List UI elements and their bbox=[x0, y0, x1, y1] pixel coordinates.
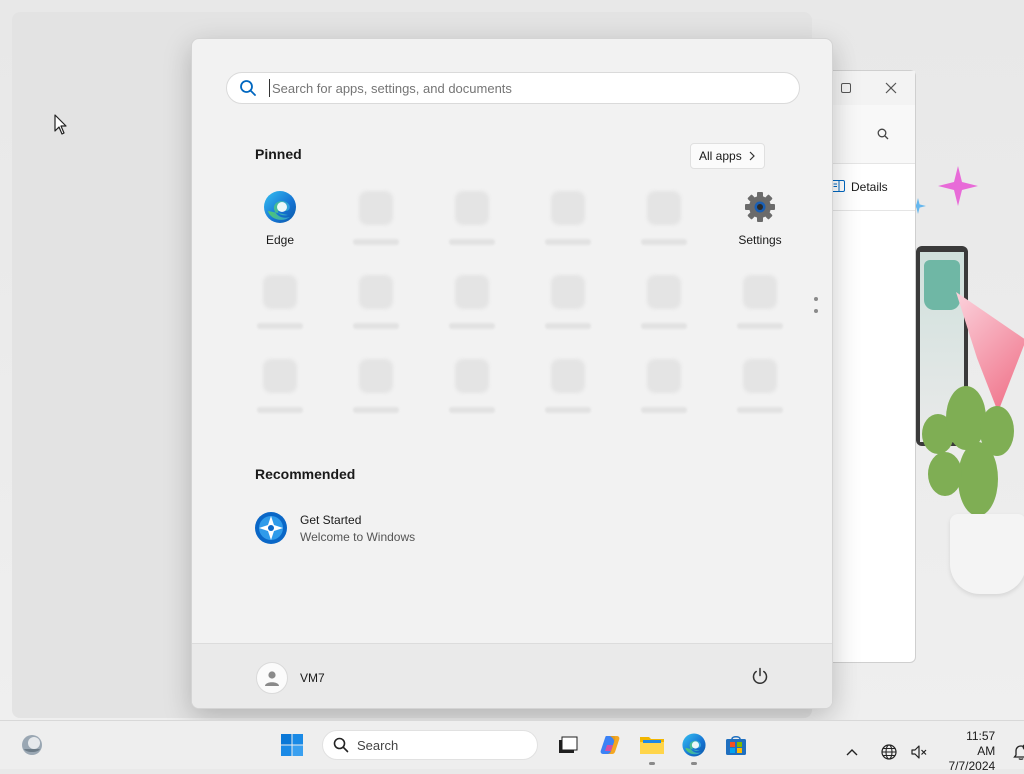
close-icon[interactable] bbox=[880, 77, 902, 99]
task-view-button[interactable] bbox=[550, 727, 586, 763]
pinned-app-placeholder[interactable] bbox=[424, 185, 520, 269]
search-icon bbox=[333, 737, 349, 753]
pinned-title: Pinned bbox=[255, 146, 302, 162]
recommended-title: Recommended bbox=[255, 466, 356, 482]
maximize-icon[interactable] bbox=[835, 77, 857, 99]
task-view-icon bbox=[559, 736, 578, 753]
window-titlebar[interactable] bbox=[821, 71, 915, 105]
details-button[interactable]: Details bbox=[821, 164, 915, 211]
start-search-box[interactable] bbox=[226, 72, 800, 104]
start-icon bbox=[281, 734, 303, 756]
chevron-up-icon bbox=[846, 748, 858, 755]
search-icon bbox=[240, 80, 256, 96]
pinned-app-placeholder[interactable] bbox=[712, 269, 808, 353]
mouse-pointer-icon bbox=[54, 114, 67, 135]
pinned-app-edge[interactable]: Edge bbox=[232, 185, 328, 269]
avatar bbox=[256, 662, 288, 694]
store-icon bbox=[726, 736, 746, 755]
copilot-icon bbox=[600, 736, 620, 754]
power-icon bbox=[752, 667, 768, 685]
app-label: Settings bbox=[738, 233, 782, 247]
pinned-app-placeholder[interactable] bbox=[328, 185, 424, 269]
volume-button[interactable] bbox=[907, 737, 930, 767]
pinned-app-placeholder[interactable] bbox=[328, 269, 424, 353]
pinned-apps-grid: Edge Settings bbox=[232, 185, 808, 437]
store-button[interactable] bbox=[718, 727, 754, 763]
weather-widget-icon bbox=[22, 735, 42, 755]
start-search-input[interactable] bbox=[269, 79, 774, 97]
start-menu: Pinned All apps Edge bbox=[191, 38, 833, 709]
pinned-app-placeholder[interactable] bbox=[520, 269, 616, 353]
clock-time: 11:57 AM bbox=[966, 729, 996, 758]
pinned-app-placeholder[interactable] bbox=[232, 269, 328, 353]
settings-icon bbox=[745, 192, 775, 222]
file-explorer-icon bbox=[640, 737, 664, 754]
pinned-app-placeholder[interactable] bbox=[616, 185, 712, 269]
pinned-app-placeholder[interactable] bbox=[424, 269, 520, 353]
pinned-app-settings[interactable]: Settings bbox=[712, 185, 808, 269]
edge-icon bbox=[264, 191, 296, 223]
start-button[interactable] bbox=[274, 727, 310, 763]
running-indicator bbox=[691, 762, 697, 765]
pinned-app-placeholder[interactable] bbox=[520, 353, 616, 437]
file-explorer-button[interactable] bbox=[634, 727, 670, 765]
pinned-app-placeholder[interactable] bbox=[232, 353, 328, 437]
page-dot[interactable] bbox=[814, 297, 818, 301]
get-started-icon bbox=[255, 512, 287, 544]
recommended-item-title: Get Started bbox=[300, 512, 362, 527]
page-dot[interactable] bbox=[814, 309, 818, 313]
wallpaper-cactus-pot bbox=[950, 514, 1024, 594]
window-command-bar bbox=[821, 105, 915, 164]
all-apps-label: All apps bbox=[699, 149, 742, 163]
taskbar: Search 11:57 AM 7/7/2024 bbox=[0, 720, 1024, 773]
pinned-app-placeholder[interactable] bbox=[616, 353, 712, 437]
chevron-right-icon bbox=[749, 151, 755, 161]
taskbar-search-label: Search bbox=[357, 737, 399, 753]
volume-muted-icon bbox=[911, 744, 927, 759]
user-name: VM7 bbox=[300, 671, 325, 685]
edge-taskbar-button[interactable] bbox=[676, 727, 712, 765]
notifications-button[interactable] bbox=[1009, 737, 1024, 767]
pinned-app-placeholder[interactable] bbox=[424, 353, 520, 437]
pinned-app-placeholder[interactable] bbox=[712, 353, 808, 437]
user-account-button[interactable]: VM7 bbox=[256, 662, 325, 694]
background-window[interactable]: Details bbox=[820, 70, 916, 663]
recommended-item-text: Get Started Welcome to Windows bbox=[300, 513, 415, 544]
details-label: Details bbox=[851, 180, 888, 194]
power-button[interactable] bbox=[748, 664, 772, 688]
pinned-app-placeholder[interactable] bbox=[328, 353, 424, 437]
network-button[interactable] bbox=[877, 737, 900, 767]
copilot-button[interactable] bbox=[592, 727, 628, 763]
user-icon bbox=[265, 671, 279, 686]
details-pane-icon bbox=[831, 179, 845, 195]
edge-icon bbox=[682, 733, 706, 757]
pinned-page-indicator[interactable] bbox=[814, 297, 820, 321]
network-icon bbox=[881, 743, 897, 760]
clock[interactable]: 11:57 AM 7/7/2024 bbox=[946, 729, 995, 774]
system-tray: 11:57 AM 7/7/2024 bbox=[840, 729, 1024, 774]
all-apps-button[interactable]: All apps bbox=[690, 143, 765, 169]
running-indicator bbox=[649, 762, 655, 765]
app-label: Edge bbox=[265, 233, 295, 247]
recommended-item-get-started[interactable]: Get Started Welcome to Windows bbox=[254, 511, 415, 545]
wallpaper-cactus bbox=[914, 386, 1024, 606]
widgets-button[interactable] bbox=[20, 733, 44, 757]
start-footer: VM7 bbox=[192, 643, 832, 708]
search-icon[interactable] bbox=[877, 127, 889, 145]
notification-icon bbox=[1013, 743, 1024, 760]
recommended-item-subtitle: Welcome to Windows bbox=[300, 529, 416, 544]
taskbar-search[interactable]: Search bbox=[322, 730, 538, 760]
taskbar-center: Search bbox=[274, 727, 754, 765]
wallpaper-pot bbox=[924, 260, 960, 310]
clock-date: 7/7/2024 bbox=[948, 759, 996, 773]
show-hidden-icons-button[interactable] bbox=[840, 737, 863, 767]
pinned-app-placeholder[interactable] bbox=[520, 185, 616, 269]
pinned-app-placeholder[interactable] bbox=[616, 269, 712, 353]
